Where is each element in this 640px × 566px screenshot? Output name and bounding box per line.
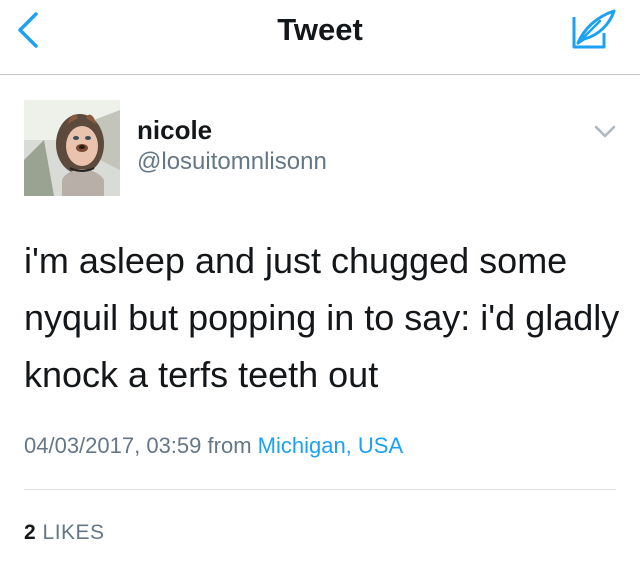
chevron-down-icon: [594, 125, 616, 138]
page-title: Tweet: [277, 12, 363, 47]
timestamp: 04/03/2017, 03:59: [24, 433, 202, 458]
likes-stat[interactable]: 2 LIKES: [24, 520, 105, 546]
tweet-meta: 04/03/2017, 03:59 from Michigan, USA: [24, 432, 403, 460]
display-name[interactable]: nicole: [137, 115, 212, 145]
compose-feather-icon: [572, 9, 616, 49]
profile-photo: [24, 100, 120, 196]
likes-count: 2: [24, 521, 37, 544]
avatar[interactable]: [24, 100, 120, 196]
location-link[interactable]: Michigan, USA: [258, 433, 404, 458]
divider: [24, 489, 616, 490]
tweet-text: i'm asleep and just chugged some nyquil …: [24, 240, 620, 395]
more-options-button[interactable]: [592, 122, 618, 142]
nav-bar: Tweet: [0, 0, 640, 75]
compose-button[interactable]: [570, 7, 618, 51]
from-label: from: [207, 433, 252, 458]
user-handle[interactable]: @losuitomnlisonn: [137, 148, 327, 176]
likes-label: LIKES: [42, 521, 105, 544]
